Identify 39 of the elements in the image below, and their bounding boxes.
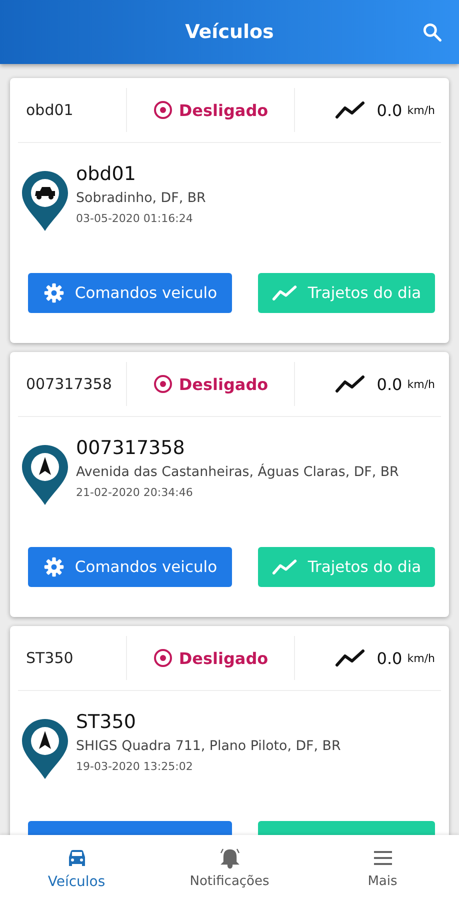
trend-icon bbox=[272, 558, 298, 576]
vehicle-address: Sobradinho, DF, BR bbox=[76, 191, 206, 206]
speed-unit: km/h bbox=[407, 652, 435, 664]
vehicle-commands-button[interactable]: Comandos veiculo bbox=[28, 547, 232, 587]
vehicle-id: obd01 bbox=[26, 101, 74, 119]
map-pin-icon bbox=[20, 717, 70, 781]
gear-icon bbox=[42, 282, 65, 304]
last-update-time: 03-05-2020 01:16:24 bbox=[76, 212, 194, 225]
speed-unit: km/h bbox=[407, 378, 435, 390]
speed-value: 0.0 bbox=[376, 374, 402, 394]
map-pin-icon bbox=[20, 443, 70, 507]
vehicle-name: 007317358 bbox=[76, 437, 186, 459]
last-update-time: 19-03-2020 13:25:02 bbox=[76, 760, 194, 773]
vehicle-id: ST350 bbox=[26, 649, 74, 667]
trend-icon bbox=[272, 284, 298, 302]
vehicle-commands-button[interactable]: Comandos veiculo bbox=[28, 273, 232, 313]
trend-icon bbox=[334, 374, 366, 394]
trend-icon bbox=[334, 100, 366, 120]
vehicle-address: SHIGS Quadra 711, Plano Piloto, DF, BR bbox=[76, 739, 341, 754]
last-update-time: 21-02-2020 20:34:46 bbox=[76, 486, 194, 499]
status-text: Desligado bbox=[178, 648, 268, 668]
speed-value: 0.0 bbox=[376, 100, 402, 120]
vehicle-address: Avenida das Castanheiras, Águas Claras, DF, BR bbox=[76, 465, 399, 480]
map-pin-icon bbox=[20, 169, 70, 233]
nav-tab[interactable]: Mais bbox=[306, 835, 459, 900]
speed-unit: km/h bbox=[407, 104, 435, 116]
nav-tab[interactable]: Veículos bbox=[0, 835, 153, 900]
status-text: Desligado bbox=[178, 100, 268, 120]
vehicle-name: ST350 bbox=[76, 711, 137, 733]
search-icon[interactable] bbox=[421, 21, 443, 43]
vehicle-id: 007317358 bbox=[26, 375, 112, 393]
gear-icon bbox=[42, 556, 65, 578]
bell-icon bbox=[218, 846, 242, 870]
nav-tab[interactable]: Notificações bbox=[153, 835, 306, 900]
vehicle-name: obd01 bbox=[76, 163, 137, 185]
speed-value: 0.0 bbox=[376, 648, 402, 668]
status-text: Desligado bbox=[178, 374, 268, 394]
screen-title: Veículos bbox=[185, 21, 274, 43]
trend-icon bbox=[334, 648, 366, 668]
